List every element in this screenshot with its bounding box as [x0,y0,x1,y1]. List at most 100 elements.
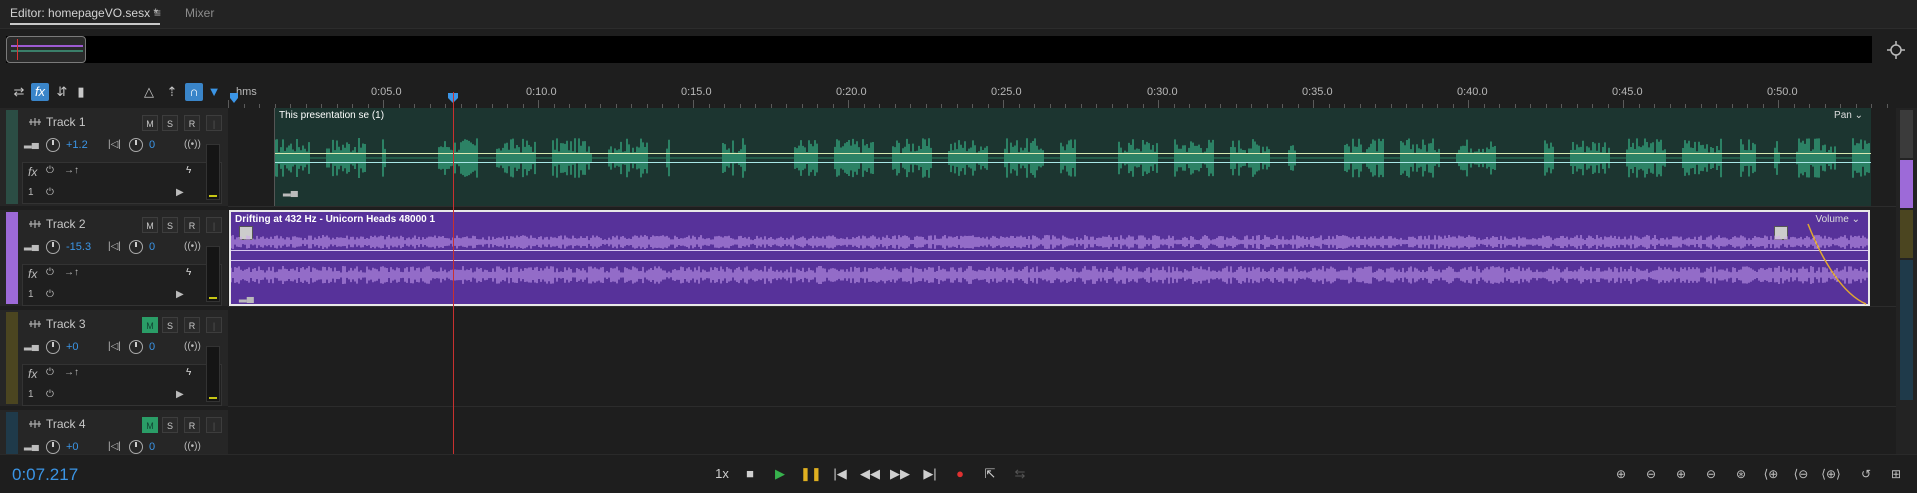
audio-clip-music[interactable]: Drifting at 432 Hz - Unicorn Heads 48000… [229,210,1870,306]
time-display[interactable]: 0:07.217 [12,465,78,485]
volume-value[interactable]: -15.3 [66,241,91,253]
output-icon[interactable]: ((•)) [184,241,201,252]
volume-envelope-line[interactable] [231,250,1868,251]
volume-knob[interactable] [46,138,60,152]
snap-icon[interactable]: ⇡ [163,83,181,101]
hamburger-icon[interactable]: ≡ [154,6,161,20]
solo-button[interactable]: S [162,317,178,333]
volume-knob[interactable] [46,240,60,254]
power-icon[interactable]: ⏻ [46,267,54,278]
volume-value[interactable]: +0 [66,341,79,353]
power-icon[interactable]: ⏻ [46,187,54,198]
record-icon[interactable]: ● [950,464,970,484]
timeline-ruler[interactable]: hms 0:05.0 0:10.0 0:15.0 0:20.0 0:25.0 0… [228,82,1896,109]
play-arrow-icon[interactable]: ▶ [176,187,184,198]
power-icon[interactable]: ⏻ [46,165,54,176]
pre-post-icon[interactable]: →↑ [64,367,79,378]
record-arm-button[interactable]: R [184,317,200,333]
start-marker[interactable] [229,92,239,104]
input-monitor-button[interactable]: | [206,317,222,333]
audio-clip-voiceover[interactable]: This presentation se (1) Pan ⌄ ▂▄ [274,108,1871,206]
pan-knob[interactable] [129,240,143,254]
power-icon[interactable]: ⏻ [46,289,54,300]
input-channel[interactable]: 1 [28,187,34,198]
pan-envelope-line[interactable] [231,260,1868,261]
playback-speed[interactable]: 1x [712,464,732,484]
pan-knob[interactable] [129,440,143,454]
track-name[interactable]: Track 4 [46,417,86,431]
output-icon[interactable]: ((•)) [184,139,201,150]
pan-value[interactable]: 0 [149,241,155,253]
volume-knob[interactable] [46,440,60,454]
zoom-navigator-icon[interactable] [1886,40,1906,60]
zoom-selection-icon[interactable]: ⟨⊕⟩ [1820,464,1842,484]
skip-to-end-icon[interactable]: ▶| [920,464,940,484]
solo-button[interactable]: S [162,217,178,233]
pan-value[interactable]: 0 [149,341,155,353]
playhead-line[interactable] [453,92,454,454]
sends-icon[interactable]: ⇵ [53,83,71,101]
pan-envelope-line[interactable] [275,153,1871,154]
move-track-icon[interactable] [28,218,42,230]
record-arm-button[interactable]: R [184,217,200,233]
session-overview[interactable] [6,36,1872,63]
play-through-icon[interactable]: ⇱ [980,464,1000,484]
pause-icon[interactable]: ❚❚ [800,464,822,484]
rewind-icon[interactable]: ◀◀ [860,464,880,484]
play-arrow-icon[interactable]: ▶ [176,289,184,300]
fx-rack-icon[interactable]: fx [31,83,49,101]
tab-mixer[interactable]: Mixer [185,6,214,20]
track-name[interactable]: Track 1 [46,115,86,129]
mute-button[interactable]: M [142,317,158,333]
zoom-reset-icon[interactable]: ↺ [1855,464,1877,484]
zoom-out-amplitude-icon[interactable]: ⊖ [1640,464,1662,484]
zoom-in-amplitude-icon[interactable]: ⊕ [1610,464,1632,484]
mute-button[interactable]: M [142,115,158,131]
record-arm-button[interactable]: R [184,417,200,433]
move-track-icon[interactable] [28,418,42,430]
pan-knob[interactable] [129,138,143,152]
zoom-out-full-icon[interactable]: ⊛ [1730,464,1752,484]
play-arrow-icon[interactable]: ▶ [176,389,184,400]
magnet-snapping-icon[interactable]: ∩ [185,83,203,101]
fx-icon[interactable]: fx [28,367,37,381]
pan-value[interactable]: 0 [149,139,155,151]
play-icon[interactable]: ▶ [770,464,790,484]
marker-icon[interactable]: ▼ [205,83,223,101]
power-icon[interactable]: ⏻ [46,367,54,378]
input-monitor-button[interactable]: | [206,115,222,131]
zoom-in-time-icon[interactable]: ⊕ [1670,464,1692,484]
fx-icon[interactable]: fx [28,267,37,281]
track-name[interactable]: Track 3 [46,317,86,331]
lightning-icon[interactable]: ϟ [186,367,191,378]
zoom-out-point-icon[interactable]: ⟨⊖ [1790,464,1812,484]
eq-icon[interactable]: ▮ [72,83,90,101]
pan-knob[interactable] [129,340,143,354]
record-arm-button[interactable]: R [184,115,200,131]
volume-knob[interactable] [46,340,60,354]
fx-icon[interactable]: fx [28,165,37,179]
output-icon[interactable]: ((•)) [184,441,201,452]
input-monitor-button[interactable]: | [206,417,222,433]
output-icon[interactable]: ((•)) [184,341,201,352]
stop-icon[interactable]: ■ [740,464,760,484]
lightning-icon[interactable]: ϟ [186,267,191,278]
volume-value[interactable]: +0 [66,441,79,453]
solo-button[interactable]: S [162,115,178,131]
zoom-out-time-icon[interactable]: ⊖ [1700,464,1722,484]
fade-out-curve[interactable] [1798,222,1868,306]
zoom-in-point-icon[interactable]: ⟨⊕ [1760,464,1782,484]
power-icon[interactable]: ⏻ [46,389,54,400]
input-channel[interactable]: 1 [28,389,34,400]
move-track-icon[interactable] [28,116,42,128]
track-lane[interactable] [228,310,1896,407]
mute-button[interactable]: M [142,217,158,233]
fast-forward-icon[interactable]: ▶▶ [890,464,910,484]
track-lane[interactable] [228,410,1896,455]
volume-envelope-line[interactable] [275,162,1871,163]
tab-editor[interactable]: Editor: homepageVO.sesx * [10,6,158,20]
metronome-icon[interactable]: △ [140,83,158,101]
clip-envelope-label[interactable]: Pan ⌄ [1834,110,1863,121]
pre-post-icon[interactable]: →↑ [64,165,79,176]
volume-value[interactable]: +1.2 [66,139,88,151]
